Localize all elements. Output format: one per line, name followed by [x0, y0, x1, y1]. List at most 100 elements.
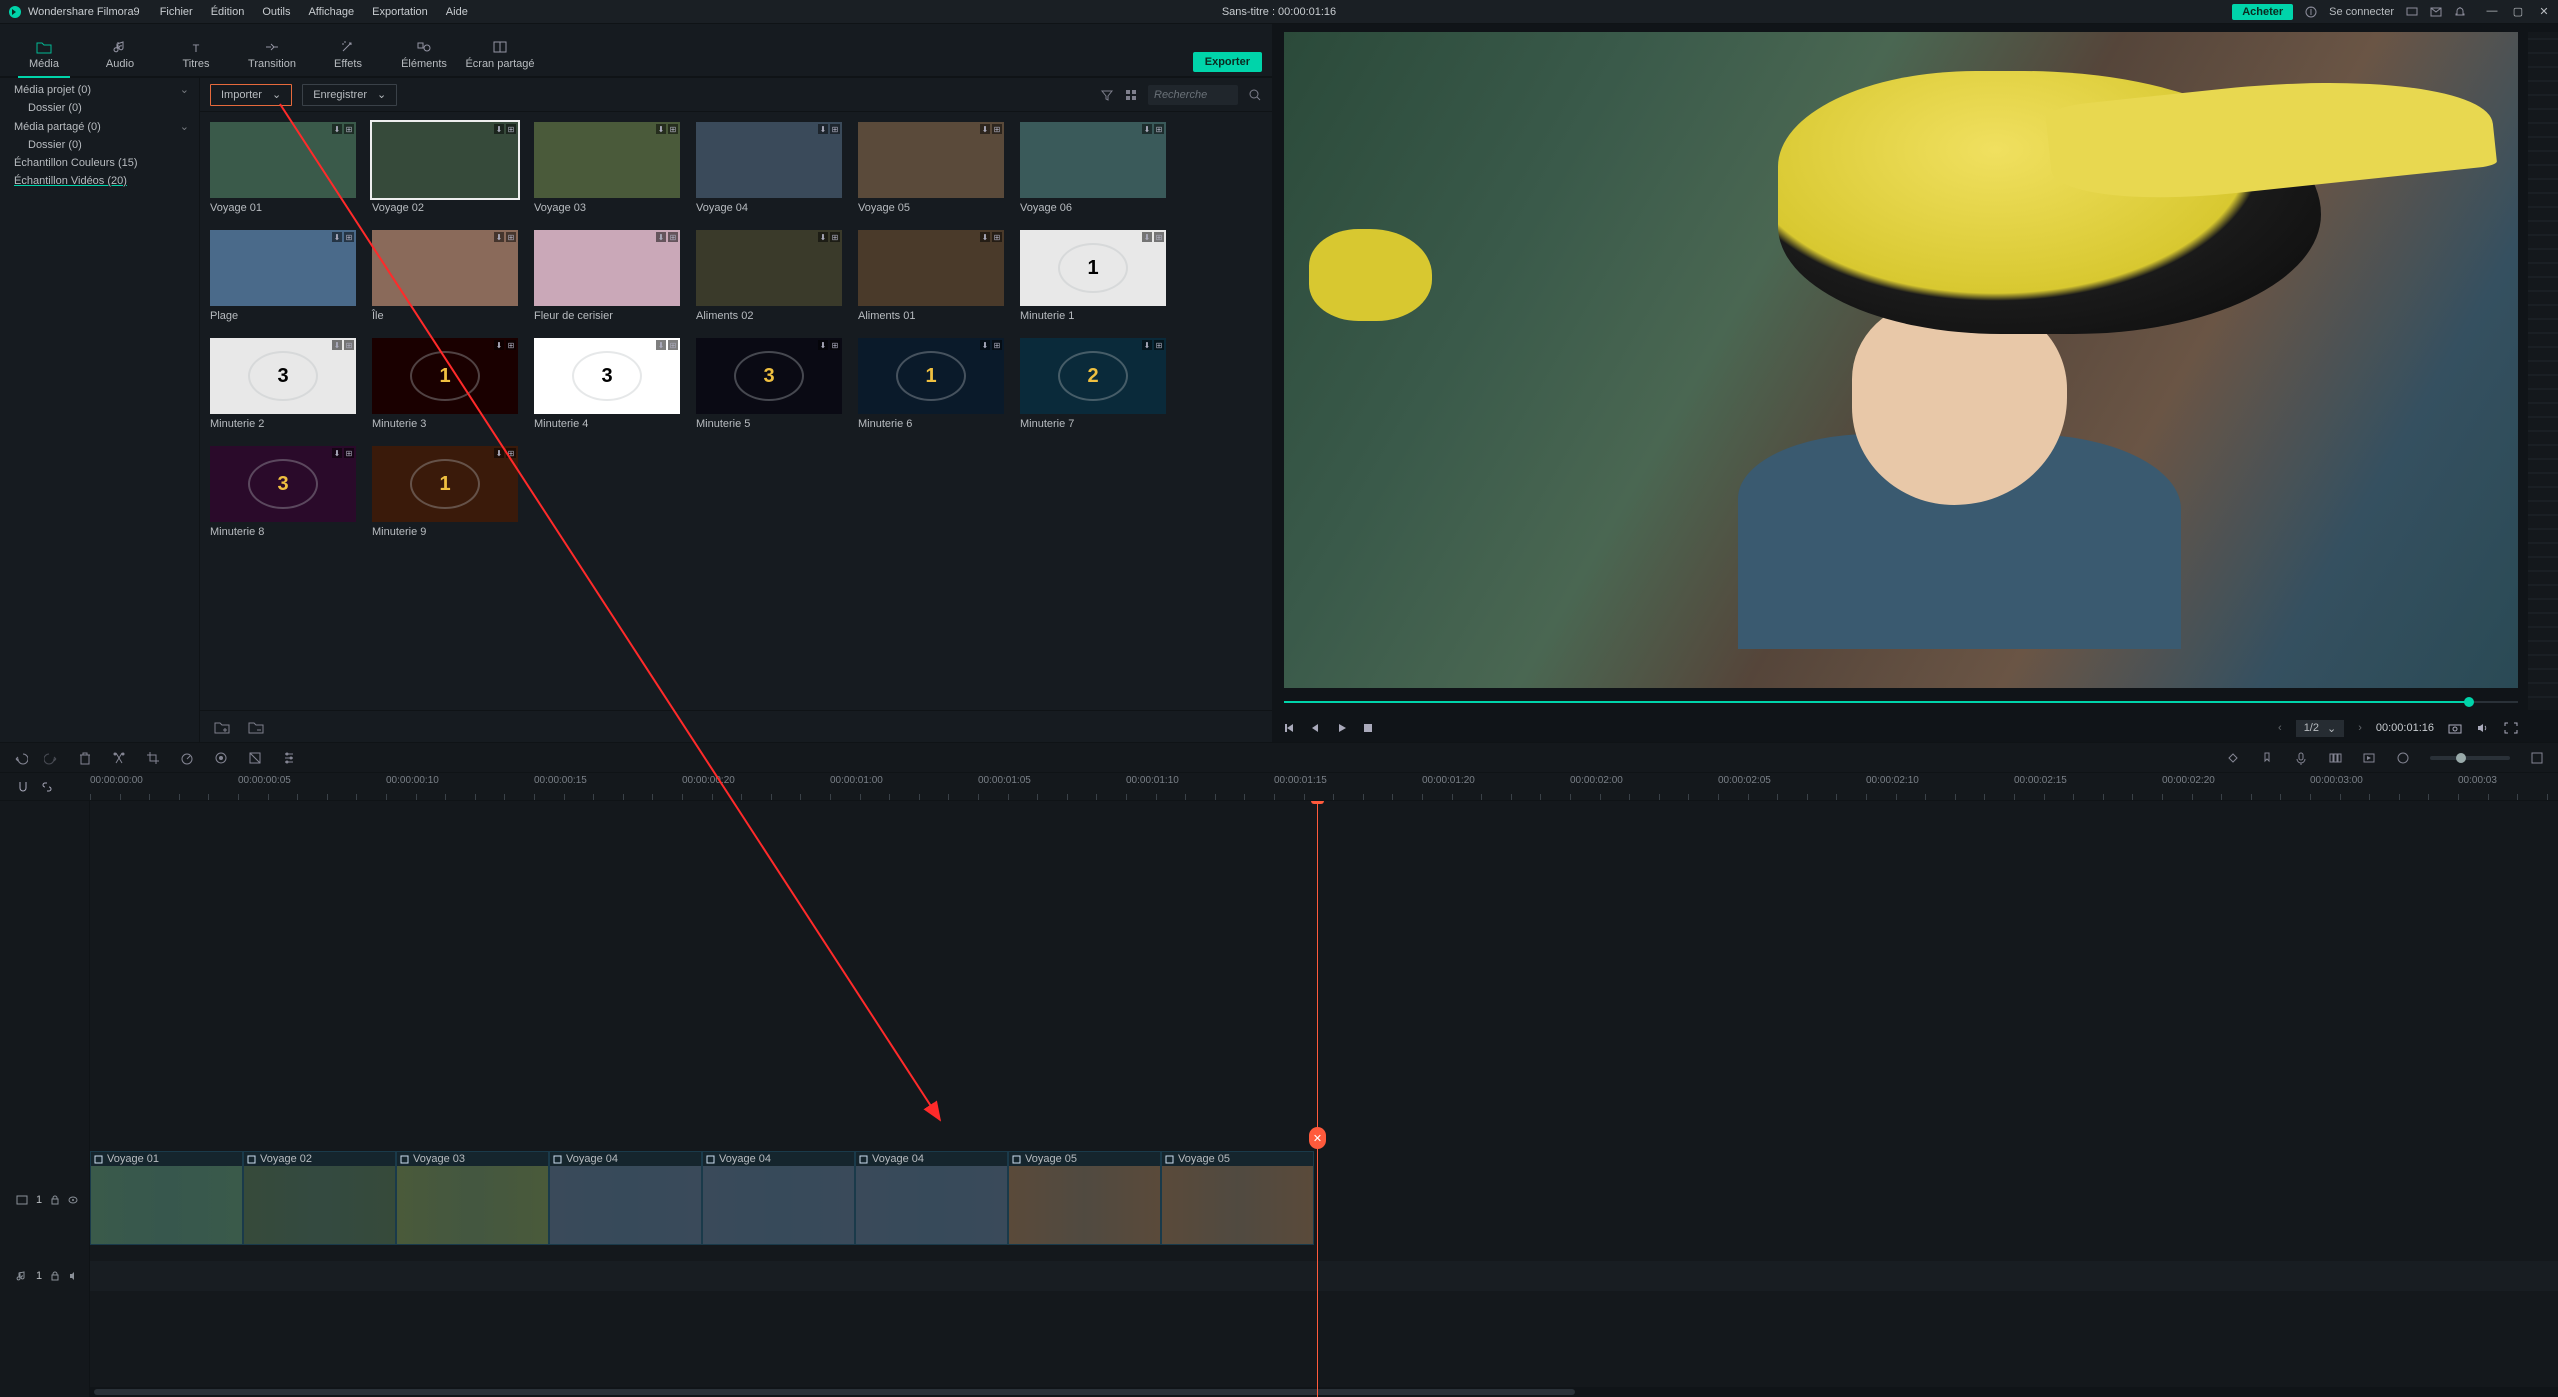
sidebar-item-couleurs[interactable]: Échantillon Couleurs (15)	[0, 154, 199, 172]
media-item[interactable]: 3⬇⊞Minuterie 2	[210, 338, 356, 434]
media-item[interactable]: 1⬇⊞Minuterie 1	[1020, 230, 1166, 326]
buy-button[interactable]: Acheter	[2232, 4, 2293, 20]
menu-fichier[interactable]: Fichier	[160, 6, 193, 18]
color-button[interactable]	[214, 751, 228, 765]
window-maximize-button[interactable]: ▢	[2512, 5, 2524, 18]
delete-button[interactable]	[78, 751, 92, 765]
redo-button[interactable]	[44, 751, 58, 765]
window-minimize-button[interactable]: —	[2486, 5, 2498, 18]
lock-icon[interactable]	[50, 1195, 60, 1205]
media-item[interactable]: 1⬇⊞Minuterie 3	[372, 338, 518, 434]
tab-media[interactable]: Média	[6, 40, 82, 76]
playhead-handle[interactable]	[1311, 801, 1324, 804]
add-icon[interactable]: ⊞	[992, 124, 1002, 134]
zoom-to-fit-icon[interactable]	[2530, 751, 2544, 765]
login-link[interactable]: Se connecter	[2329, 6, 2394, 18]
timeline-clip[interactable]: Voyage 05	[1161, 1151, 1314, 1245]
mail-icon[interactable]	[2430, 6, 2442, 18]
video-track-lane[interactable]: Voyage 01Voyage 02Voyage 03Voyage 04Voya…	[90, 1151, 2558, 1249]
timeline-clip[interactable]: Voyage 05	[1008, 1151, 1161, 1245]
media-item[interactable]: ⬇⊞Voyage 04	[696, 122, 842, 218]
audio-track-label[interactable]: 1	[0, 1261, 90, 1291]
snapshot-icon[interactable]	[2448, 722, 2462, 734]
menu-exportation[interactable]: Exportation	[372, 6, 428, 18]
media-item[interactable]: 2⬇⊞Minuterie 7	[1020, 338, 1166, 434]
record-button[interactable]: Enregistrer ⌄	[302, 84, 397, 106]
import-button[interactable]: Importer ⌄	[210, 84, 292, 106]
grid-view-icon[interactable]	[1124, 88, 1138, 102]
media-item[interactable]: ⬇⊞Île	[372, 230, 518, 326]
add-icon[interactable]: ⊞	[668, 232, 678, 242]
audio-track-lane[interactable]	[90, 1261, 2558, 1291]
playhead[interactable]: ✕	[1317, 801, 1318, 1397]
prev-point-button[interactable]: ‹	[2278, 722, 2282, 734]
tab-elements[interactable]: Éléments	[386, 40, 462, 76]
search-icon[interactable]	[1248, 88, 1262, 102]
media-item[interactable]: ⬇⊞Voyage 02	[372, 122, 518, 218]
adjust-button[interactable]	[282, 751, 296, 765]
add-icon[interactable]: ⊞	[992, 232, 1002, 242]
add-icon[interactable]: ⊞	[344, 232, 354, 242]
add-icon[interactable]: ⊞	[344, 124, 354, 134]
sidebar-item-dossier-1[interactable]: Dossier (0)	[0, 99, 199, 117]
media-item[interactable]: 3⬇⊞Minuterie 4	[534, 338, 680, 434]
window-close-button[interactable]: ✕	[2538, 5, 2550, 18]
add-icon[interactable]: ⊞	[668, 340, 678, 350]
media-item[interactable]: ⬇⊞Voyage 01	[210, 122, 356, 218]
sidebar-item-media-partage[interactable]: Média partagé (0)⌄	[0, 117, 199, 136]
magnet-icon[interactable]	[16, 780, 30, 794]
info-icon[interactable]: i	[2305, 6, 2317, 18]
link-icon[interactable]	[40, 780, 54, 794]
fullscreen-icon[interactable]	[2504, 722, 2518, 734]
add-icon[interactable]: ⊞	[1154, 232, 1164, 242]
mixer-icon[interactable]	[2328, 751, 2342, 765]
add-icon[interactable]: ⊞	[506, 340, 516, 350]
media-item[interactable]: ⬇⊞Aliments 02	[696, 230, 842, 326]
preview-scrubber[interactable]	[1284, 692, 2518, 712]
media-item[interactable]: 3⬇⊞Minuterie 5	[696, 338, 842, 434]
preview-ratio-select[interactable]: 1/2⌄	[2296, 720, 2345, 737]
sidebar-item-videos[interactable]: Échantillon Vidéos (20)	[0, 172, 199, 190]
next-point-button[interactable]: ›	[2358, 722, 2362, 734]
add-icon[interactable]: ⊞	[1154, 340, 1164, 350]
volume-icon[interactable]	[2476, 722, 2490, 734]
media-item[interactable]: ⬇⊞Voyage 05	[858, 122, 1004, 218]
filter-icon[interactable]	[1100, 88, 1114, 102]
timeline-clip[interactable]: Voyage 01	[90, 1151, 243, 1245]
menu-affichage[interactable]: Affichage	[308, 6, 354, 18]
add-icon[interactable]: ⊞	[992, 340, 1002, 350]
message-icon[interactable]	[2406, 6, 2418, 18]
mic-icon[interactable]	[2294, 751, 2308, 765]
marker-add-icon[interactable]	[2226, 751, 2240, 765]
speaker-icon[interactable]	[68, 1271, 78, 1281]
play-button[interactable]	[1336, 722, 1348, 734]
menu-outils[interactable]: Outils	[262, 6, 290, 18]
add-icon[interactable]: ⊞	[344, 340, 354, 350]
media-item[interactable]: 1⬇⊞Minuterie 9	[372, 446, 518, 542]
media-item[interactable]: ⬇⊞Voyage 06	[1020, 122, 1166, 218]
delete-folder-icon[interactable]	[248, 720, 264, 734]
add-icon[interactable]: ⊞	[668, 124, 678, 134]
add-icon[interactable]: ⊞	[830, 232, 840, 242]
menu-edition[interactable]: Édition	[211, 6, 245, 18]
tab-titres[interactable]: T Titres	[158, 40, 234, 76]
split-button[interactable]	[112, 751, 126, 765]
tab-transition[interactable]: Transition	[234, 40, 310, 76]
tab-audio[interactable]: Audio	[82, 40, 158, 76]
add-icon[interactable]: ⊞	[830, 340, 840, 350]
menu-aide[interactable]: Aide	[446, 6, 468, 18]
sidebar-item-media-projet[interactable]: Média projet (0)⌄	[0, 80, 199, 99]
green-screen-button[interactable]	[248, 751, 262, 765]
playhead-cut-badge[interactable]: ✕	[1309, 1127, 1326, 1149]
media-item[interactable]: ⬇⊞Voyage 03	[534, 122, 680, 218]
prev-frame-button[interactable]	[1284, 722, 1296, 734]
preview-viewport[interactable]	[1284, 32, 2518, 688]
sidebar-item-dossier-2[interactable]: Dossier (0)	[0, 136, 199, 154]
timeline-clip[interactable]: Voyage 04	[702, 1151, 855, 1245]
speed-button[interactable]	[180, 751, 194, 765]
video-track-label[interactable]: 1	[0, 1151, 90, 1249]
step-back-button[interactable]	[1310, 722, 1322, 734]
undo-button[interactable]	[14, 751, 28, 765]
crop-button[interactable]	[146, 751, 160, 765]
add-icon[interactable]: ⊞	[830, 124, 840, 134]
